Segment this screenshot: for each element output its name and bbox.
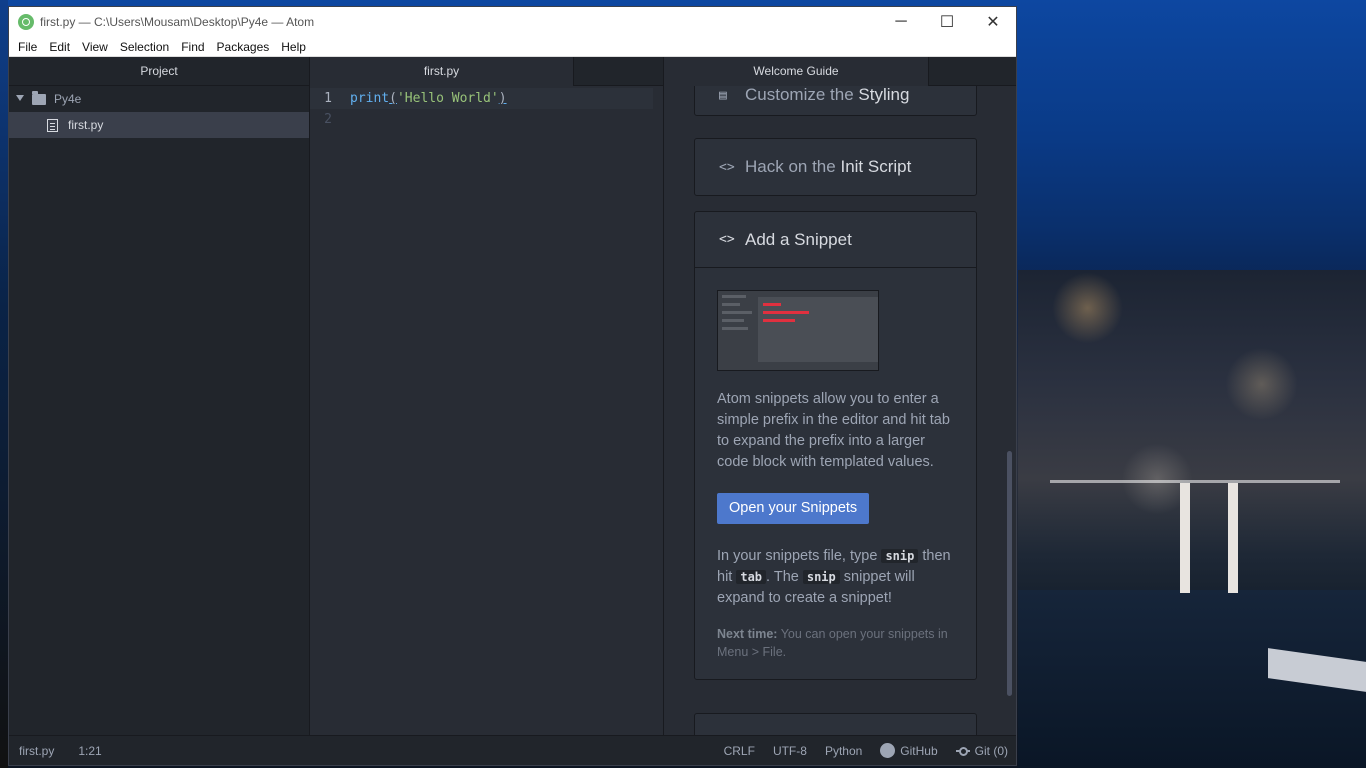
card-prefix: Customize the xyxy=(745,86,854,104)
status-bar: first.py 1:21 CRLF UTF-8 Python GitHub G… xyxy=(9,735,1016,765)
tab-first-py[interactable]: first.py xyxy=(310,57,574,86)
code-function: print xyxy=(350,91,390,106)
guide-scrollbar[interactable] xyxy=(1007,451,1012,696)
snippet-preview-image xyxy=(717,290,879,371)
code-line[interactable]: 2 xyxy=(310,109,663,130)
tree-folder-py4e[interactable]: Py4e xyxy=(9,86,309,112)
code-icon: <> xyxy=(719,232,735,247)
welcome-guide-pane: Welcome Guide ▤ Customize the Styling <>… xyxy=(664,57,1016,735)
status-grammar[interactable]: Python xyxy=(825,744,862,758)
menu-view[interactable]: View xyxy=(76,40,114,54)
tab-welcome-guide[interactable]: Welcome Guide xyxy=(664,57,929,86)
card-strong: Styling xyxy=(858,86,910,104)
minimize-button[interactable]: ─ xyxy=(878,7,924,37)
code-snip: snip xyxy=(881,549,919,563)
status-file-name[interactable]: first.py xyxy=(19,744,54,758)
folder-icon xyxy=(32,90,46,105)
code-paren-open: ( xyxy=(389,91,397,106)
code-line[interactable]: 1 print('Hello World') xyxy=(310,88,653,109)
status-github[interactable]: GitHub xyxy=(880,743,938,758)
card-strong: Init Script xyxy=(840,157,912,176)
guide-body: ▤ Customize the Styling <> Hack on the I… xyxy=(664,86,1016,735)
github-icon xyxy=(880,743,896,758)
open-snippets-button[interactable]: Open your Snippets xyxy=(717,493,870,524)
code-icon: <> xyxy=(719,159,735,175)
tree-header[interactable]: Project xyxy=(9,57,309,86)
window-title: first.py — C:\Users\Mousam\Desktop\Py4e … xyxy=(40,15,315,29)
guide-tab-bar: Welcome Guide xyxy=(664,57,1016,86)
editor-tab-bar: first.py xyxy=(310,57,663,86)
workspace: Project Py4e first.py first.py 1 print('… xyxy=(9,57,1016,735)
card-init-script[interactable]: <> Hack on the Init Script xyxy=(694,138,977,196)
status-encoding[interactable]: UTF-8 xyxy=(773,744,807,758)
line-number: 2 xyxy=(324,112,332,127)
editor-pane: first.py 1 print('Hello World') 2 xyxy=(310,57,664,735)
card-customize-styling[interactable]: ▤ Customize the Styling xyxy=(694,86,977,116)
snippet-description: Atom snippets allow you to enter a simpl… xyxy=(717,391,950,470)
bridge-pylon xyxy=(1180,483,1190,593)
atom-window: first.py — C:\Users\Mousam\Desktop\Py4e … xyxy=(8,6,1017,766)
code-paren-close: ) xyxy=(498,91,507,106)
menu-file[interactable]: File xyxy=(12,40,43,54)
folder-label: Py4e xyxy=(54,92,82,106)
card-add-snippet: <> Add a Snippet Atom snippets allow you… xyxy=(694,211,977,680)
maximize-button[interactable]: ☐ xyxy=(924,7,970,37)
close-button[interactable]: ✕ xyxy=(970,7,1016,37)
line-number: 1 xyxy=(324,91,332,106)
wallpaper-bridge xyxy=(1050,480,1340,593)
status-line-ending[interactable]: CRLF xyxy=(724,744,755,758)
code-editor[interactable]: 1 print('Hello World') 2 xyxy=(310,86,663,130)
title-bar[interactable]: first.py — C:\Users\Mousam\Desktop\Py4e … xyxy=(9,7,1016,37)
menu-bar: File Edit View Selection Find Packages H… xyxy=(9,37,1016,57)
code-snip: snip xyxy=(802,570,840,584)
snippet-instructions: In your snippets file, type snip then hi… xyxy=(717,548,951,606)
card-next[interactable] xyxy=(694,713,977,735)
tree-file-first-py[interactable]: first.py xyxy=(9,112,309,138)
menu-selection[interactable]: Selection xyxy=(114,40,175,54)
code-string: 'Hello World' xyxy=(396,91,499,106)
project-tree-panel: Project Py4e first.py xyxy=(9,57,310,735)
atom-logo-icon xyxy=(18,14,34,30)
wallpaper-edge xyxy=(0,0,8,768)
bridge-pylon xyxy=(1228,483,1238,593)
menu-edit[interactable]: Edit xyxy=(43,40,76,54)
status-git[interactable]: Git (0) xyxy=(955,744,1008,758)
paint-bucket-icon: ▤ xyxy=(719,87,727,103)
card-add-snippet-header[interactable]: <> Add a Snippet xyxy=(695,212,976,268)
menu-help[interactable]: Help xyxy=(275,40,312,54)
git-commit-icon xyxy=(955,746,970,756)
next-time-note: Next time: You can open your snippets in… xyxy=(717,627,948,659)
card-prefix: Hack on the xyxy=(745,157,836,176)
status-cursor-position[interactable]: 1:21 xyxy=(78,744,101,758)
code-tab: tab xyxy=(736,570,767,584)
menu-packages[interactable]: Packages xyxy=(211,40,276,54)
card-title: Add a Snippet xyxy=(745,229,852,249)
menu-find[interactable]: Find xyxy=(175,40,210,54)
chevron-down-icon xyxy=(15,94,25,104)
file-text-icon xyxy=(47,118,58,132)
file-label: first.py xyxy=(68,118,104,132)
